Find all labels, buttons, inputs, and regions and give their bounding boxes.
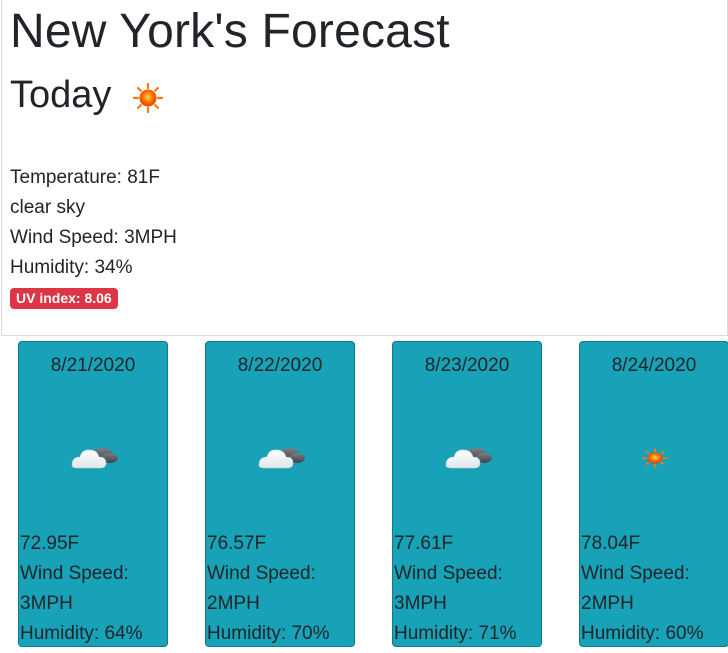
cloudy-icon	[258, 447, 306, 469]
today-details: Temperature: 81F clear sky Wind Speed: 3…	[10, 163, 177, 283]
sun-icon	[132, 82, 164, 114]
forecast-temperature: 76.57F	[207, 533, 267, 554]
forecast-humidity: Humidity: 71%	[394, 623, 517, 644]
forecast-date: 8/24/2020	[611, 355, 697, 376]
forecast-date: 8/23/2020	[424, 355, 510, 376]
today-description: clear sky	[10, 197, 85, 218]
today-temperature: Temperature: 81F	[10, 167, 160, 188]
cloudy-icon	[71, 447, 119, 469]
forecast-details: 78.04F Wind Speed: 2MPH Humidity: 60%	[581, 529, 704, 649]
page-title: New York's Forecast	[10, 5, 450, 58]
uv-index-badge: UV index: 8.06	[10, 288, 118, 309]
today-humidity: Humidity: 34%	[10, 257, 133, 278]
forecast-temperature: 78.04F	[581, 533, 641, 554]
today-heading: Today	[10, 74, 112, 116]
forecast-card: 8/21/2020 72.95F Wind Speed: 3MPH Humidi…	[18, 341, 168, 647]
forecast-wind-value: 2MPH	[581, 593, 634, 614]
forecast-details: 72.95F Wind Speed: 3MPH Humidity: 64%	[20, 529, 143, 649]
forecast-wind-label: Wind Speed:	[581, 563, 690, 584]
today-wind-speed: Wind Speed: 3MPH	[10, 227, 177, 248]
forecast-card: 8/23/2020 77.61F Wind Speed: 3MPH Humidi…	[392, 341, 542, 647]
forecast-temperature: 77.61F	[394, 533, 454, 554]
forecast-temperature: 72.95F	[20, 533, 80, 554]
forecast-card: 8/24/2020 78.04F Wind Speed: 2MPH Humidi…	[579, 341, 728, 647]
forecast-wind-label: Wind Speed:	[207, 563, 316, 584]
forecast-wind-value: 3MPH	[394, 593, 447, 614]
forecast-date: 8/22/2020	[237, 355, 323, 376]
forecast-wind-label: Wind Speed:	[20, 563, 129, 584]
sun-icon	[641, 448, 669, 468]
forecast-date: 8/21/2020	[50, 355, 136, 376]
forecast-details: 77.61F Wind Speed: 3MPH Humidity: 71%	[394, 529, 517, 649]
forecast-humidity: Humidity: 64%	[20, 623, 143, 644]
cloudy-icon	[445, 447, 493, 469]
today-card: New York's Forecast Today Temperature: 8…	[1, 0, 728, 336]
forecast-wind-value: 3MPH	[20, 593, 73, 614]
forecast-wind-label: Wind Speed:	[394, 563, 503, 584]
forecast-humidity: Humidity: 60%	[581, 623, 704, 644]
forecast-card: 8/22/2020 76.57F Wind Speed: 2MPH Humidi…	[205, 341, 355, 647]
forecast-humidity: Humidity: 70%	[207, 623, 330, 644]
forecast-details: 76.57F Wind Speed: 2MPH Humidity: 70%	[207, 529, 330, 649]
forecast-wind-value: 2MPH	[207, 593, 260, 614]
